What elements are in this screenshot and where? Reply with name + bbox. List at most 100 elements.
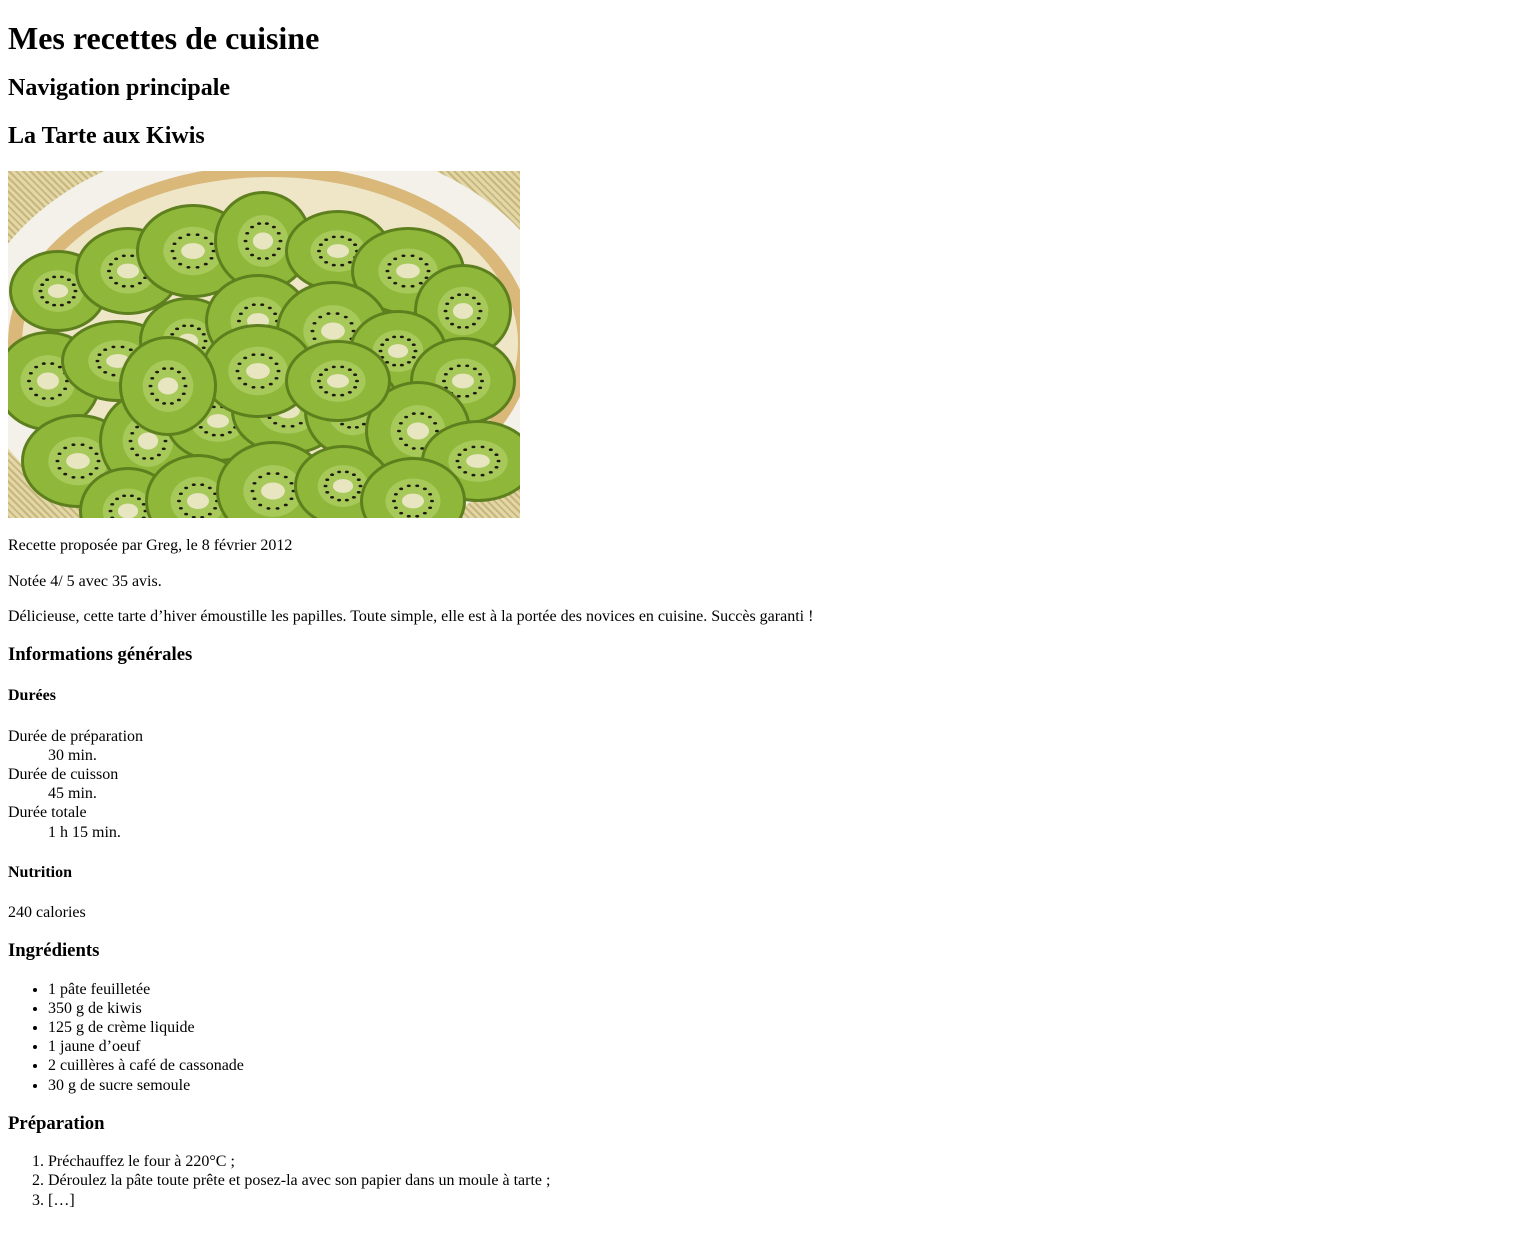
kiwi-seed: [95, 360, 100, 363]
kiwi-seed: [181, 392, 186, 396]
kiwi-seed: [135, 454, 140, 457]
kiwi-seed: [393, 282, 398, 285]
kiwi-seed: [148, 385, 153, 388]
kiwi-seed: [149, 457, 154, 461]
kiwi-seed: [399, 487, 404, 491]
kiwi-seed: [250, 490, 255, 493]
kiwi-seed: [331, 394, 336, 397]
duration-label: Durée totale: [8, 804, 87, 822]
kiwi-seed: [354, 426, 359, 429]
kiwi-seed: [201, 333, 206, 336]
kiwi-seed: [463, 471, 468, 474]
kiwi-core: [407, 422, 429, 440]
kiwi-seed: [103, 371, 108, 374]
ingredient-item: 1 jaune d’oeuf: [48, 1037, 1517, 1056]
kiwi-seed: [162, 402, 167, 406]
kiwi-seed: [427, 416, 432, 419]
kiwi-seed: [170, 250, 175, 253]
kiwi-seed: [325, 478, 330, 482]
kiwi-seed: [155, 399, 160, 402]
kiwi-seed: [331, 264, 336, 267]
kiwi-seed: [442, 380, 446, 383]
kiwi-seed: [426, 270, 431, 273]
kiwi-seed: [456, 395, 461, 398]
kiwi-seed: [289, 497, 294, 501]
duration-label: Durée de préparation: [8, 727, 144, 745]
kiwi-seed: [120, 345, 125, 349]
kiwi-seed: [463, 448, 468, 452]
kiwi-seed: [114, 282, 119, 285]
kiwi-seed: [393, 257, 398, 261]
kiwi-seed: [196, 327, 201, 331]
kiwi-seed: [97, 353, 102, 357]
kiwi-seed: [186, 266, 191, 269]
kiwi-seed: [175, 327, 180, 331]
kiwi-seed: [326, 312, 331, 316]
kiwi-seed: [191, 483, 196, 487]
kiwi-seed: [353, 386, 358, 389]
kiwi-seed: [281, 425, 286, 428]
kiwi-seed: [355, 380, 359, 383]
kiwi-seed: [399, 335, 404, 339]
kiwi-seed: [275, 472, 280, 476]
kiwi-seed: [40, 283, 45, 287]
kiwi-seed: [347, 426, 352, 429]
kiwi-core: [452, 303, 474, 320]
ingredient-item: 30 g de sucre semoule: [48, 1076, 1517, 1095]
kiwi-seed: [317, 380, 321, 383]
kiwi-seed: [34, 394, 39, 397]
kiwi-core: [402, 493, 424, 509]
kiwi-seed: [433, 422, 438, 425]
kiwi-seed: [52, 275, 57, 279]
kiwi-seed: [331, 365, 336, 369]
kiwi-seed: [317, 250, 321, 253]
kiwi-seed: [115, 497, 120, 501]
site-title: Mes recettes de cuisine: [8, 20, 320, 56]
kiwi-seed: [170, 333, 175, 336]
kiwi-seed: [227, 431, 232, 434]
kiwi-seed: [266, 472, 271, 476]
kiwi-seed: [245, 232, 250, 235]
kiwi-seed: [318, 373, 323, 377]
preparation-step: […]: [48, 1191, 1517, 1210]
preparation-heading: Préparation: [8, 1112, 105, 1134]
kiwi-seed: [385, 270, 390, 273]
kiwi-seed: [464, 326, 469, 329]
kiwi-seed: [415, 484, 420, 488]
recipe-description: Délicieuse, cette tarte d’hiver émoustil…: [8, 607, 814, 625]
kiwi-seed: [103, 348, 108, 352]
kiwi-seed: [50, 362, 55, 366]
calories-text: 240 calories: [8, 903, 86, 921]
kiwi-seed: [418, 282, 423, 285]
kiwi-seed: [178, 507, 183, 510]
kiwi-seed: [41, 362, 46, 366]
kiwi-seed: [169, 367, 174, 371]
kiwi-seed: [268, 357, 273, 360]
kiwi-seed: [264, 222, 269, 226]
kiwi-seed: [298, 422, 303, 425]
kiwi-seed: [156, 454, 161, 457]
kiwi-seed: [318, 256, 323, 259]
kiwi-seed: [335, 312, 340, 316]
kiwi-seed: [410, 285, 415, 288]
kiwi-seed: [129, 494, 134, 498]
kiwi-seed: [176, 399, 181, 402]
kiwi-seed: [204, 431, 209, 434]
kiwi-seed: [169, 402, 174, 406]
kiwi-seed: [488, 448, 493, 452]
kiwi-seed: [283, 476, 288, 479]
kiwi-seed: [121, 285, 126, 288]
kiwi-seed: [450, 323, 455, 326]
kiwi-seed: [237, 362, 242, 366]
kiwi-seed: [260, 353, 265, 357]
kiwi-seed: [406, 515, 411, 518]
recipe-photo: [8, 171, 520, 519]
ingredient-item: 125 g de crème liquide: [48, 1018, 1517, 1037]
kiwi-seed: [340, 423, 345, 426]
kiwi-seed: [406, 361, 411, 364]
kiwi-seed: [411, 343, 416, 347]
kiwi-seed: [455, 460, 460, 463]
kiwi-seed: [177, 500, 181, 503]
kiwi-seed: [353, 373, 358, 377]
nav-heading: Navigation principale: [8, 75, 231, 102]
